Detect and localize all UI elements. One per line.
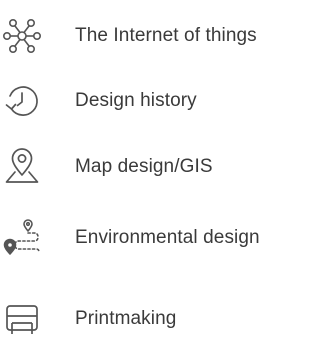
topic-label: Design history xyxy=(75,90,197,111)
topic-label: The Internet of things xyxy=(75,25,257,46)
topic-item-map-design[interactable]: Map design/GIS xyxy=(0,145,308,189)
route-pin-icon xyxy=(0,216,44,260)
history-clock-icon xyxy=(0,79,44,123)
topic-list: The Internet of things Design history Ma… xyxy=(0,0,308,358)
topic-label: Printmaking xyxy=(75,308,177,329)
topic-item-printmaking[interactable]: Printmaking xyxy=(0,297,308,341)
topic-item-design-history[interactable]: Design history xyxy=(0,79,308,123)
topic-item-internet-of-things[interactable]: The Internet of things xyxy=(0,14,308,58)
topic-label: Map design/GIS xyxy=(75,156,213,177)
network-nodes-icon xyxy=(0,14,44,58)
topic-label: Environmental design xyxy=(75,227,260,248)
printer-icon xyxy=(0,297,44,341)
topic-item-environmental-design[interactable]: Environmental design xyxy=(0,216,308,260)
map-pin-icon xyxy=(0,145,44,189)
